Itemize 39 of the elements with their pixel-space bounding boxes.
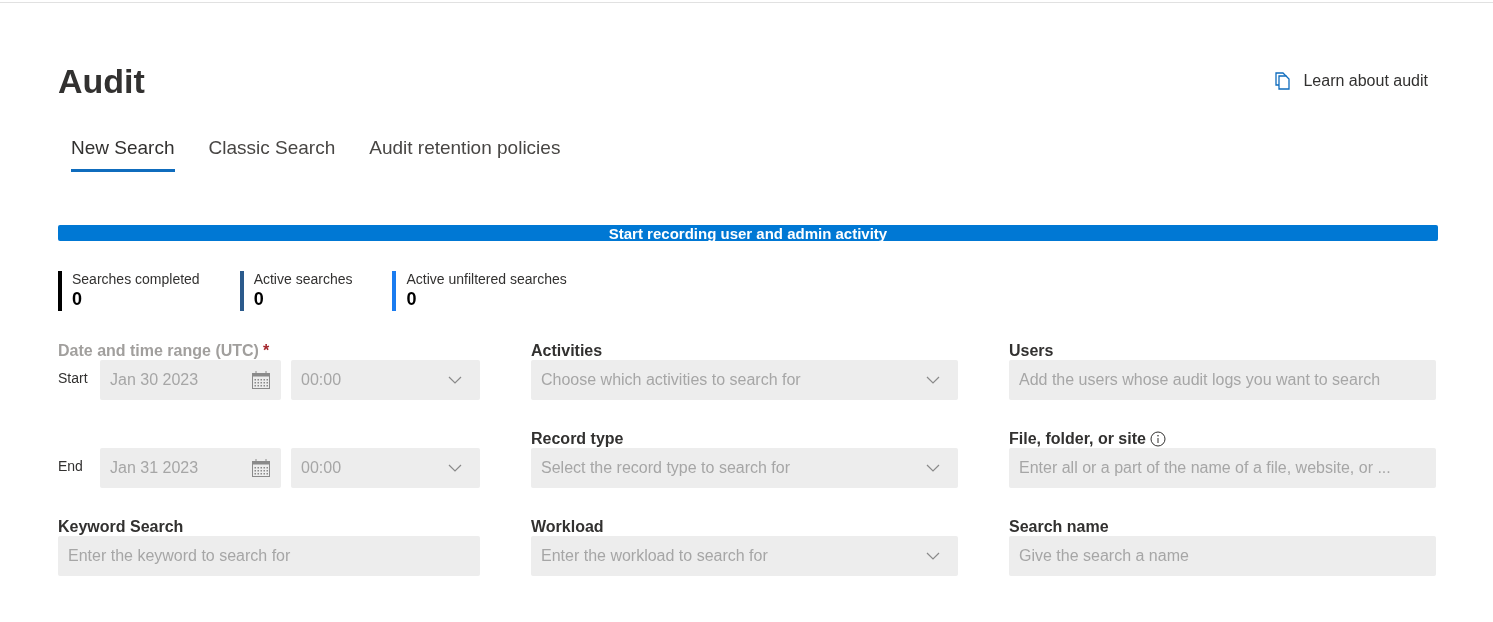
documents-icon	[1274, 72, 1293, 90]
stat-value: 0	[72, 289, 83, 310]
banner-button[interactable]: Start recording user and admin activity	[58, 225, 1438, 241]
input-field[interactable]: Give the search a name	[1009, 536, 1436, 576]
row-label: Start	[58, 369, 89, 386]
field-label: File, folder, or site	[1009, 429, 1166, 448]
stat-label: Active unfiltered searches	[406, 271, 567, 287]
chevron-down-icon	[926, 464, 940, 472]
tab[interactable]: New Search	[71, 137, 175, 172]
input-field[interactable]: Enter all or a part of the name of a file, website, or ...	[1009, 448, 1436, 488]
tab[interactable]: Audit retention policies	[369, 137, 561, 172]
tab[interactable]: Classic Search	[208, 137, 336, 172]
learn-link[interactable]: Learn about audit	[1274, 72, 1428, 90]
dropdown-field[interactable]: Select the record type to search for	[531, 448, 958, 488]
stat-value: 0	[406, 289, 418, 310]
row-label: End	[58, 457, 84, 474]
stat-value: 0	[253, 289, 265, 310]
field-label: Activities	[531, 341, 603, 360]
dropdown-field[interactable]: Choose which activities to search for	[531, 360, 958, 400]
calendar-icon	[251, 370, 271, 390]
dropdown-field[interactable]: Enter the workload to search for	[531, 536, 958, 576]
chevron-down-icon	[926, 376, 940, 384]
input-field[interactable]: Enter the keyword to search for	[58, 536, 480, 576]
field-label: Search name	[1009, 517, 1109, 536]
input-field[interactable]: Add the users whose audit logs you want to search	[1009, 360, 1436, 400]
field-label: Keyword Search	[58, 517, 184, 536]
field-label: Users	[1009, 341, 1054, 360]
field-label: Workload	[531, 517, 604, 536]
stat-label: Active searches	[253, 271, 353, 287]
info-icon[interactable]	[1149, 430, 1166, 447]
calendar-icon	[251, 458, 271, 478]
page-title: Audit	[58, 61, 145, 101]
required-mark: *	[262, 341, 270, 360]
stat-label: Searches completed	[72, 271, 200, 287]
chevron-down-icon	[448, 464, 462, 472]
field-label: Date and time range (UTC)	[58, 341, 259, 360]
field-label: Record type	[531, 429, 624, 448]
chevron-down-icon	[448, 376, 462, 384]
chevron-down-icon	[926, 552, 940, 560]
